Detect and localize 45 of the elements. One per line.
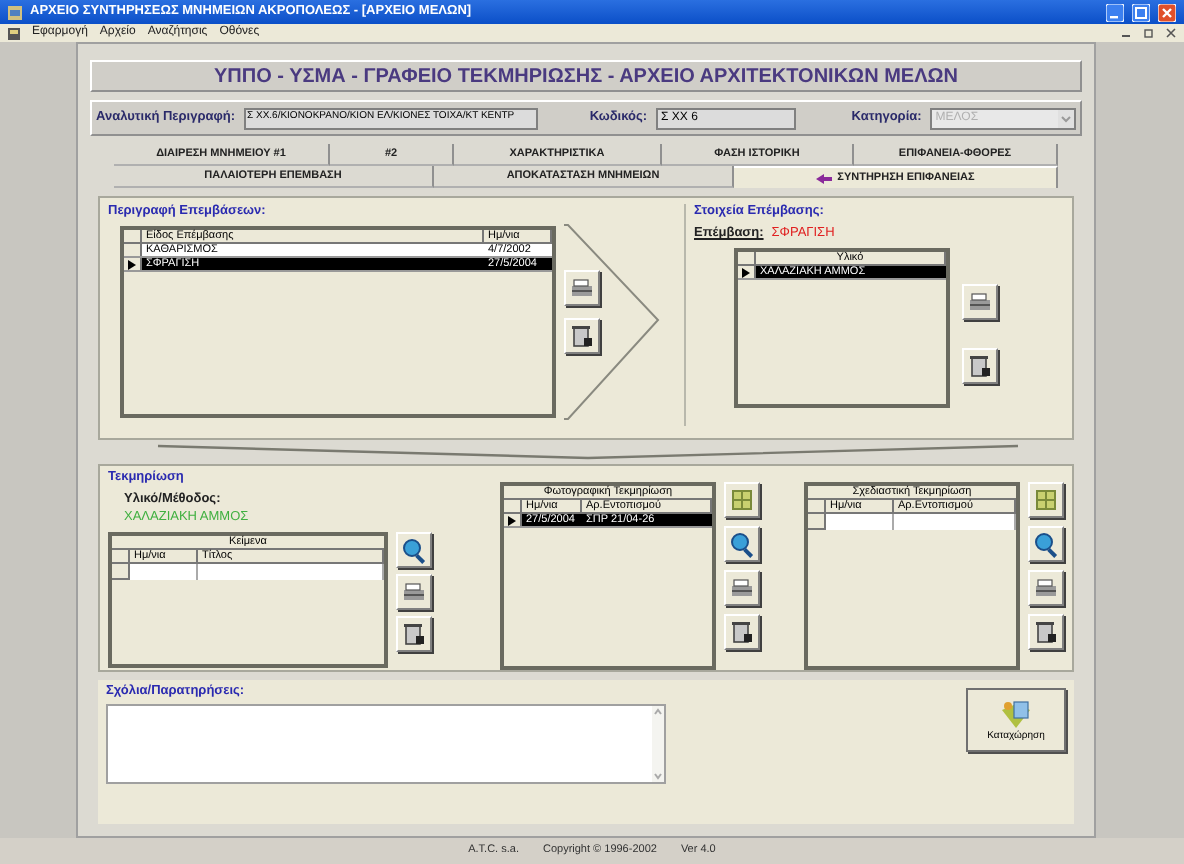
delete-button[interactable] — [564, 318, 600, 354]
trash-icon — [568, 322, 596, 350]
row-pointer-icon — [742, 267, 750, 277]
comments-field[interactable] — [106, 704, 666, 784]
trash-icon — [966, 352, 994, 380]
minimize-icon[interactable] — [1106, 3, 1124, 21]
edit-icon — [568, 274, 596, 302]
delete-button[interactable] — [724, 614, 760, 650]
trash-icon — [1032, 618, 1060, 646]
delete-button[interactable] — [962, 348, 998, 384]
magnifier-icon — [728, 530, 756, 558]
close-icon[interactable] — [1166, 28, 1176, 38]
magnifier-icon — [1032, 530, 1060, 558]
arrow-icon — [815, 173, 832, 183]
edit-button[interactable] — [396, 574, 432, 610]
edit-button[interactable] — [564, 270, 600, 306]
edit-icon — [966, 288, 994, 316]
edit-button[interactable] — [1028, 570, 1064, 606]
search-button[interactable] — [724, 526, 760, 562]
edit-button[interactable] — [724, 570, 760, 606]
delete-button[interactable] — [1028, 614, 1064, 650]
app-icon — [8, 5, 22, 19]
edit-icon — [728, 574, 756, 602]
caret-icon — [1057, 109, 1074, 127]
edit-icon — [1032, 574, 1060, 602]
document-icon — [8, 27, 20, 39]
magnifier-icon — [400, 536, 428, 564]
search-button[interactable] — [1028, 526, 1064, 562]
row-pointer-icon — [128, 259, 136, 269]
maximize-icon[interactable] — [1132, 3, 1150, 21]
restore-icon[interactable] — [1144, 28, 1154, 38]
folder-icon — [998, 698, 1034, 730]
grid-icon — [1032, 486, 1060, 514]
trash-icon — [400, 620, 428, 648]
search-button[interactable] — [396, 532, 432, 568]
edit-button[interactable] — [962, 284, 998, 320]
grid-icon — [728, 486, 756, 514]
row-pointer-icon — [508, 515, 516, 525]
grid-button[interactable] — [724, 482, 760, 518]
scrollbar-icon — [652, 706, 664, 782]
trash-icon — [728, 618, 756, 646]
banner-title: ΥΠΠΟ - ΥΣΜΑ - ΓΡΑΦΕΙΟ ΤΕΚΜΗΡΙΩΣΗΣ - ΑΡΧΕΙΟ ΑΡΧΙΤΕΚΤΟΝΙΚΩΝ ΜΕΛΩΝ — [90, 60, 1082, 92]
grid-button[interactable] — [1028, 482, 1064, 518]
delete-button[interactable] — [396, 616, 432, 652]
edit-icon — [400, 578, 428, 606]
